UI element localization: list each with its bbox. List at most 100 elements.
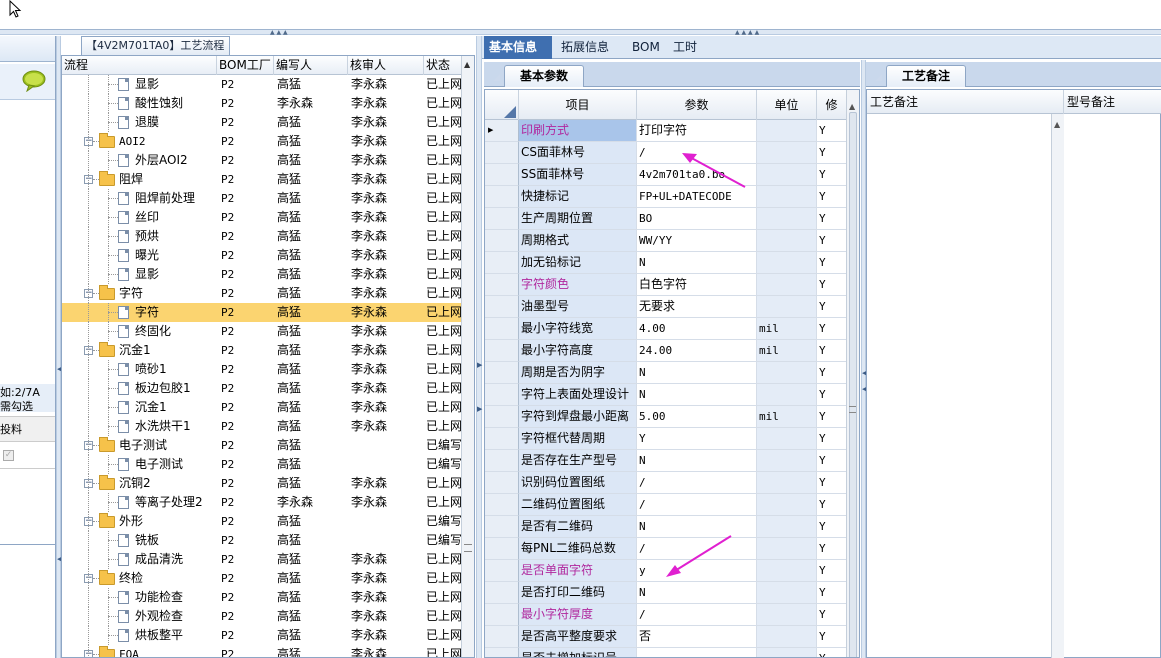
param-value-cell[interactable]: 无要求 (637, 296, 757, 318)
tab-process-notes[interactable]: ◢ 工艺备注 (875, 65, 966, 87)
row-header[interactable] (485, 296, 519, 318)
row-header[interactable] (485, 538, 519, 560)
row-header[interactable] (485, 472, 519, 494)
row-header[interactable] (485, 494, 519, 516)
params-row[interactable]: 最小字符高度 24.00 mil Y (485, 340, 847, 362)
params-row[interactable]: CS面菲林号 / Y (485, 142, 847, 164)
row-header[interactable] (485, 208, 519, 230)
params-row[interactable]: 生产周期位置 BO Y (485, 208, 847, 230)
flow-column-header[interactable]: 流程 (62, 56, 217, 75)
row-header[interactable] (485, 604, 519, 626)
tree-row[interactable]: 外观检查 P2 高猛 李永森 已上网 (62, 607, 462, 626)
param-modify-cell[interactable]: Y (817, 494, 847, 516)
row-header[interactable] (485, 318, 519, 340)
item-column-header[interactable]: 项目 (519, 90, 637, 120)
param-modify-cell[interactable]: Y (817, 296, 847, 318)
param-modify-cell[interactable]: Y (817, 274, 847, 296)
tree-row[interactable]: 等离子处理2 P2 李永森 李永森 已上网 (62, 493, 462, 512)
param-value-cell[interactable]: y (637, 560, 757, 582)
param-value-cell[interactable]: N (637, 450, 757, 472)
param-modify-cell[interactable]: Y (817, 230, 847, 252)
tree-row[interactable]: − FQA P2 高猛 李永森 已上网 (62, 645, 462, 657)
param-value-cell[interactable]: 否 (637, 626, 757, 648)
row-header[interactable] (485, 450, 519, 472)
param-value-cell[interactable] (637, 648, 757, 657)
param-modify-cell[interactable]: Y (817, 648, 847, 657)
param-value-cell[interactable]: N (637, 516, 757, 538)
param-value-cell[interactable]: 白色字符 (637, 274, 757, 296)
modify-column-header[interactable]: 修 (817, 90, 847, 120)
params-row[interactable]: 字符到焊盘最小距离 5.00 mil Y (485, 406, 847, 428)
tree-row[interactable]: 曝光 P2 高猛 李永森 已上网 (62, 246, 462, 265)
row-header[interactable] (485, 186, 519, 208)
row-header[interactable] (485, 516, 519, 538)
param-value-cell[interactable]: 4.00 (637, 318, 757, 340)
param-modify-cell[interactable]: Y (817, 318, 847, 340)
feed-checkbox[interactable]: ✓ (3, 450, 14, 461)
params-row[interactable]: 最小字符线宽 4.00 mil Y (485, 318, 847, 340)
params-row[interactable]: 是否打印二维码 N Y (485, 582, 847, 604)
tree-row[interactable]: 显影 P2 高猛 李永森 已上网 (62, 75, 462, 94)
param-modify-cell[interactable]: Y (817, 120, 847, 142)
scroll-up-arrow-icon[interactable]: ▲ (849, 102, 855, 111)
params-row[interactable]: 字符框代替周期 Y Y (485, 428, 847, 450)
params-row[interactable]: 是否高平整度要求否 Y (485, 626, 847, 648)
tree-vertical-scrollbar[interactable]: ▲ (461, 56, 474, 657)
tab-basic-params[interactable]: ◢ 基本参数 (493, 65, 584, 87)
params-row[interactable]: SS面菲林号 4v2m701ta0.bo Y (485, 164, 847, 186)
row-header[interactable] (485, 648, 519, 657)
row-header[interactable] (485, 274, 519, 296)
param-modify-cell[interactable]: Y (817, 186, 847, 208)
params-row[interactable]: 是否去增加标识号 Y (485, 648, 847, 657)
unit-column-header[interactable]: 单位 (757, 90, 817, 120)
param-modify-cell[interactable]: Y (817, 450, 847, 472)
tree-row[interactable]: − 终检 P2 高猛 李永森 已上网 (62, 569, 462, 588)
row-header[interactable]: ▶ (485, 120, 519, 142)
process-notes-column-header[interactable]: 工艺备注 (867, 90, 1064, 114)
tree-row[interactable]: − 电子测试 P2 高猛 已编写 (62, 436, 462, 455)
params-row[interactable]: 识别码位置图纸 / Y (485, 472, 847, 494)
tree-row[interactable]: 水洗烘干1 P2 高猛 李永森 已上网 (62, 417, 462, 436)
scroll-grip[interactable] (849, 406, 856, 413)
param-value-cell[interactable]: / (637, 494, 757, 516)
tree-row[interactable]: 阻焊前处理 P2 高猛 李永森 已上网 (62, 189, 462, 208)
params-row[interactable]: ▶ 印刷方式 打印字符 Y (485, 120, 847, 142)
tree-row[interactable]: 酸性蚀刻 P2 李永森 李永森 已上网 (62, 94, 462, 113)
row-header[interactable] (485, 428, 519, 450)
row-header[interactable] (485, 142, 519, 164)
row-header[interactable] (485, 626, 519, 648)
tree-row[interactable]: 预烘 P2 高猛 李永森 已上网 (62, 227, 462, 246)
param-modify-cell[interactable]: Y (817, 208, 847, 230)
row-header[interactable] (485, 384, 519, 406)
params-row[interactable]: 周期格式 WW/YY Y (485, 230, 847, 252)
tree-row[interactable]: − 沉金1 P2 高猛 李永森 已上网 (62, 341, 462, 360)
param-modify-cell[interactable]: Y (817, 384, 847, 406)
params-row[interactable]: 字符上表面处理设计 N Y (485, 384, 847, 406)
param-value-cell[interactable]: WW/YY (637, 230, 757, 252)
scroll-up-arrow-icon[interactable]: ▲ (1054, 120, 1060, 129)
tree-row[interactable]: − 外形 P2 高猛 已编写 (62, 512, 462, 531)
model-notes-column-header[interactable]: 型号备注 (1064, 90, 1161, 114)
tree-row[interactable]: 烘板整平 P2 高猛 李永森 已上网 (62, 626, 462, 645)
row-header[interactable] (485, 164, 519, 186)
value-column-header[interactable]: 参数 (637, 90, 757, 120)
tab-work-hours[interactable]: 工时 (668, 36, 708, 59)
tab-basic-info[interactable]: 基本信息 (484, 36, 552, 59)
tree-row[interactable]: 铣板 P2 高猛 已编写 (62, 531, 462, 550)
scroll-up-arrow-icon[interactable]: ▲ (464, 60, 470, 69)
params-row[interactable]: 快捷标记 FP+UL+DATECODE Y (485, 186, 847, 208)
tree-row[interactable]: 成品清洗 P2 高猛 李永森 已上网 (62, 550, 462, 569)
param-value-cell[interactable]: N (637, 252, 757, 274)
row-header[interactable] (485, 230, 519, 252)
params-vertical-scrollbar[interactable]: ▲ (846, 90, 859, 657)
param-value-cell[interactable]: Y (637, 428, 757, 450)
scroll-grip[interactable] (464, 544, 472, 552)
tree-row[interactable]: 字符 P2 高猛 李永森 已上网 (62, 303, 462, 322)
tab-bom[interactable]: BOM (627, 36, 665, 59)
middle-splitter[interactable]: ▶ ▶ (476, 36, 482, 658)
param-modify-cell[interactable]: Y (817, 428, 847, 450)
param-modify-cell[interactable]: Y (817, 362, 847, 384)
param-modify-cell[interactable]: Y (817, 626, 847, 648)
params-row[interactable]: 周期是否为阴字 N Y (485, 362, 847, 384)
param-modify-cell[interactable]: Y (817, 340, 847, 362)
